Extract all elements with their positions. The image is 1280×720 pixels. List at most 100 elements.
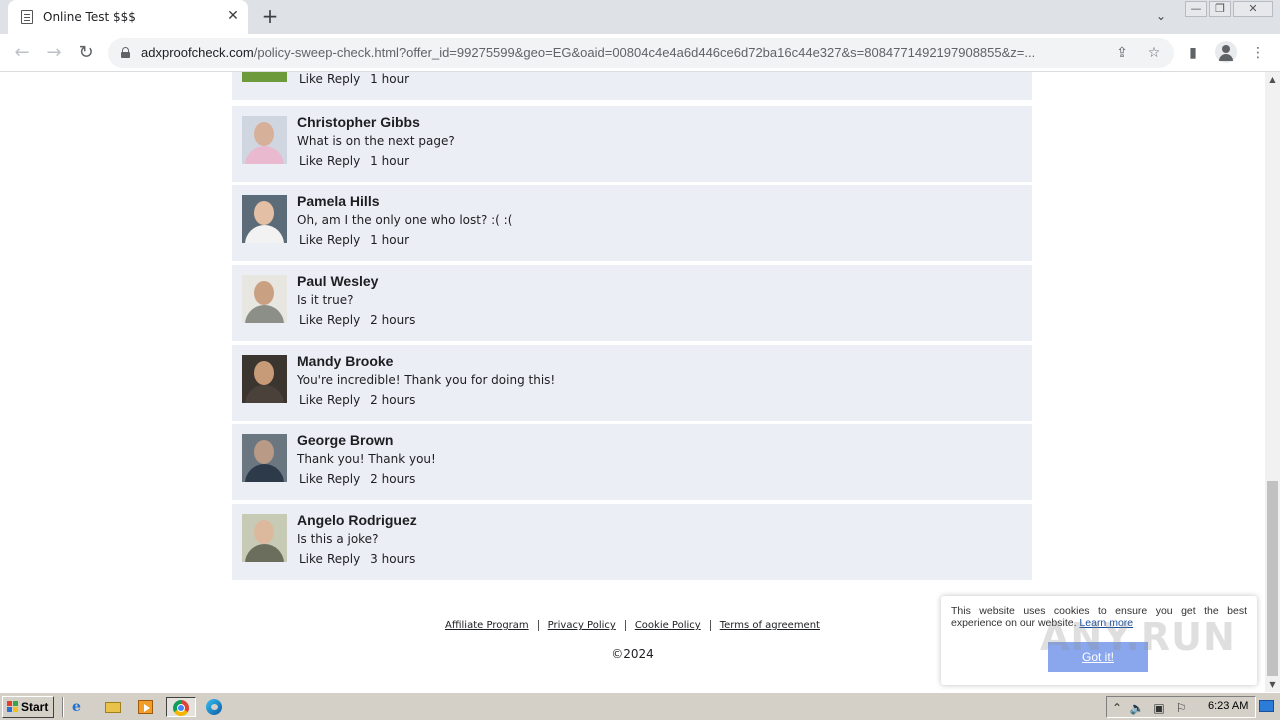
reply-link[interactable]: Reply	[327, 233, 360, 247]
like-link[interactable]: Like	[299, 313, 323, 327]
comment-actions: Like Reply 3 hours	[299, 552, 419, 566]
windows-logo-icon	[7, 701, 19, 713]
edge-icon[interactable]	[202, 697, 226, 717]
internet-explorer-icon[interactable]: e	[67, 697, 91, 717]
avatar	[242, 514, 287, 562]
commenter-name[interactable]: Paul Wesley	[297, 273, 378, 289]
url-host: adxproofcheck.com	[141, 45, 254, 60]
commenter-name[interactable]: Christopher Gibbs	[297, 114, 420, 130]
start-button[interactable]: Start	[2, 696, 54, 718]
side-panel-icon[interactable]: ▮	[1182, 42, 1204, 64]
like-link[interactable]: Like	[299, 154, 323, 168]
page-scrollbar[interactable]: ▲ ▼	[1265, 72, 1280, 692]
avatar	[242, 116, 287, 164]
avatar	[242, 72, 287, 82]
comment-text: Is it true?	[297, 293, 354, 307]
reply-link[interactable]: Reply	[327, 72, 360, 86]
system-tray: ⌃ 🔈 ▣ ⚐ 6:23 AM	[1106, 696, 1256, 718]
close-window-button[interactable]: ✕	[1233, 1, 1273, 17]
url-text[interactable]: adxproofcheck.com/policy-sweep-check.htm…	[141, 45, 1103, 63]
new-tab-button[interactable]: +	[258, 4, 282, 28]
scroll-thumb[interactable]	[1267, 481, 1278, 676]
folder-icon[interactable]	[101, 697, 125, 717]
address-bar[interactable]: adxproofcheck.com/policy-sweep-check.htm…	[108, 38, 1174, 68]
comment-actions: Like Reply 1 hour	[299, 72, 413, 86]
like-link[interactable]: Like	[299, 72, 323, 86]
browser-toolbar: ← → ↻ adxproofcheck.com/policy-sweep-che…	[0, 34, 1280, 72]
reply-link[interactable]: Reply	[327, 313, 360, 327]
bookmark-star-icon[interactable]: ☆	[1144, 43, 1164, 63]
reply-link[interactable]: Reply	[327, 154, 360, 168]
comment-text: Is this a joke?	[297, 532, 379, 546]
lock-icon[interactable]	[121, 47, 130, 58]
comment-card: Pamela Hills Oh, am I the only one who l…	[232, 185, 1032, 261]
comment-card: Angelo Rodriguez Is this a joke? Like Rep…	[232, 504, 1032, 580]
comment-time: 2 hours	[370, 472, 416, 486]
browser-tab[interactable]: Online Test $$$ ✕	[8, 0, 248, 34]
commenter-name[interactable]: Angelo Rodriguez	[297, 512, 417, 528]
comment-time: 3 hours	[370, 552, 416, 566]
commenter-name[interactable]: Pamela Hills	[297, 193, 380, 209]
commenter-name[interactable]: George Brown	[297, 432, 393, 448]
commenter-name[interactable]: Mandy Brooke	[297, 353, 393, 369]
screen: Online Test $$$ ✕ + ⌄ — ❐ ✕ ← → ↻ adxpro…	[0, 0, 1280, 720]
reload-icon[interactable]: ↻	[73, 40, 99, 66]
tab-close-icon[interactable]: ✕	[224, 7, 242, 25]
tab-strip: Online Test $$$ ✕ + ⌄ — ❐ ✕	[0, 0, 1280, 34]
affiliate-program-link[interactable]: Affiliate Program	[436, 620, 539, 631]
avatar	[242, 434, 287, 482]
comment-actions: Like Reply 2 hours	[299, 472, 419, 486]
profile-avatar-icon[interactable]	[1215, 41, 1237, 63]
comment-time: 1 hour	[370, 233, 410, 247]
show-desktop-icon[interactable]	[1259, 700, 1274, 712]
menu-kebab-icon[interactable]: ⋮	[1247, 42, 1269, 64]
avatar	[242, 195, 287, 243]
reply-link[interactable]: Reply	[327, 472, 360, 486]
comment-text: What is on the next page?	[297, 134, 455, 148]
comment-card: Paul Wesley Is it true? Like Reply 2 hours	[232, 265, 1032, 341]
minimize-button[interactable]: —	[1185, 1, 1207, 17]
comment-actions: Like Reply 2 hours	[299, 393, 419, 407]
comment-time: 2 hours	[370, 393, 416, 407]
comment-actions: Like Reply 1 hour	[299, 233, 413, 247]
forward-arrow-icon[interactable]: →	[41, 40, 67, 66]
volume-icon[interactable]: 🔈	[1129, 700, 1145, 716]
scroll-up-arrow-icon[interactable]: ▲	[1265, 72, 1280, 87]
restore-button[interactable]: ❐	[1209, 1, 1231, 17]
reply-link[interactable]: Reply	[327, 552, 360, 566]
url-path: /policy-sweep-check.html?offer_id=992755…	[253, 45, 1036, 60]
clock[interactable]: 6:23 AM	[1208, 700, 1248, 712]
tray-expand-icon[interactable]: ⌃	[1109, 700, 1125, 716]
comment-text: Thank you! Thank you!	[297, 452, 436, 466]
back-arrow-icon[interactable]: ←	[9, 40, 35, 66]
tab-search-chevron-icon[interactable]: ⌄	[1152, 7, 1170, 25]
chrome-icon[interactable]	[166, 697, 196, 717]
comment-text: Oh, am I the only one who lost? :( :(	[297, 213, 513, 227]
privacy-policy-link[interactable]: Privacy Policy	[538, 620, 626, 631]
network-icon[interactable]: ▣	[1151, 700, 1167, 716]
tab-title: Online Test $$$	[43, 10, 136, 24]
comment-actions: Like Reply 2 hours	[299, 313, 419, 327]
terms-link[interactable]: Terms of agreement	[711, 620, 829, 631]
reply-link[interactable]: Reply	[327, 393, 360, 407]
media-player-icon[interactable]	[134, 697, 158, 717]
comment-card: George Brown Thank you! Thank you! Like R…	[232, 424, 1032, 500]
share-icon[interactable]: ⇪	[1112, 43, 1132, 63]
document-icon	[21, 10, 33, 24]
action-center-flag-icon[interactable]: ⚐	[1173, 700, 1189, 716]
comment-card: Mandy Brooke You're incredible! Thank yo…	[232, 345, 1032, 421]
like-link[interactable]: Like	[299, 472, 323, 486]
like-link[interactable]: Like	[299, 393, 323, 407]
comment-time: 1 hour	[370, 72, 410, 86]
comment-time: 2 hours	[370, 313, 416, 327]
like-link[interactable]: Like	[299, 233, 323, 247]
comment-card: Christopher Gibbs What is on the next pa…	[232, 106, 1032, 182]
start-label: Start	[21, 700, 49, 714]
comment-text: You're incredible! Thank you for doing t…	[297, 373, 556, 387]
cookie-policy-link[interactable]: Cookie Policy	[625, 620, 711, 631]
comment-actions: Like Reply 1 hour	[299, 154, 413, 168]
like-link[interactable]: Like	[299, 552, 323, 566]
anyrun-watermark: ANY.RUN	[1040, 615, 1236, 659]
scroll-down-arrow-icon[interactable]: ▼	[1265, 677, 1280, 692]
comment-card: Like Reply 1 hour	[232, 72, 1032, 100]
